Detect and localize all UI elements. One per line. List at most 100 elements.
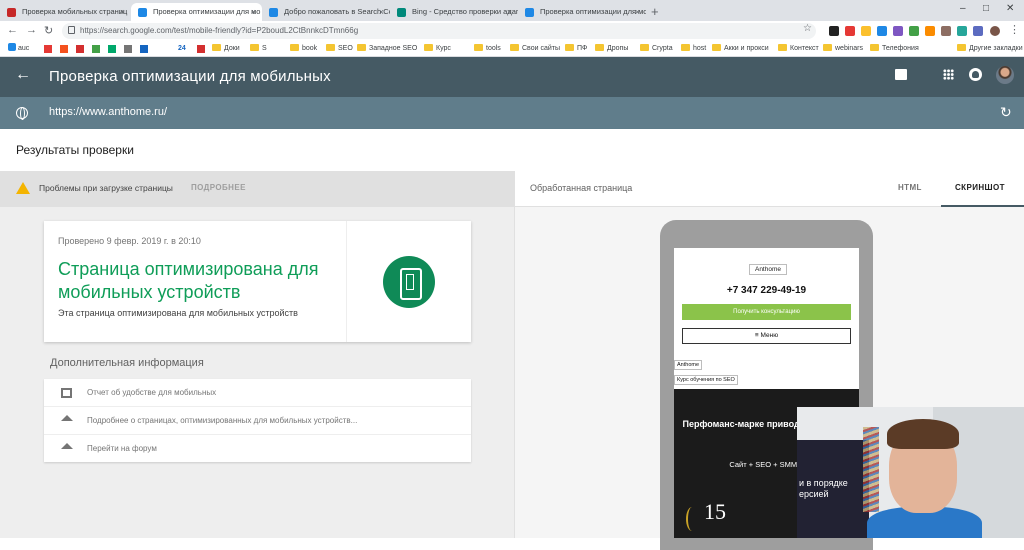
extension-icon[interactable] [909, 26, 919, 36]
bookmark-folder[interactable]: Телефония [870, 43, 919, 55]
folder-icon [712, 44, 721, 51]
minimize-icon[interactable]: – [960, 3, 966, 14]
new-tab-button[interactable]: + [651, 4, 659, 19]
webcam-cable [863, 427, 879, 512]
site-icon [8, 43, 16, 51]
close-tab-icon[interactable]: × [251, 3, 256, 21]
close-tab-icon[interactable]: × [635, 3, 640, 21]
warning-icon [16, 182, 30, 194]
tab-screenshot[interactable]: СКРИНШОТ [955, 183, 1005, 192]
notifications-icon[interactable] [969, 68, 982, 81]
browser-tab[interactable]: Добро пожаловать в Search Co × [262, 3, 390, 21]
facebook-icon[interactable] [140, 45, 148, 53]
laurel-icon [686, 507, 698, 531]
bookmark-folder[interactable]: tools [474, 43, 501, 55]
active-tab-indicator [941, 205, 1024, 207]
reload-icon[interactable]: ↻ [44, 24, 53, 37]
close-tab-icon[interactable]: × [120, 3, 125, 21]
list-item[interactable]: Отчет об удобстве для мобильных [44, 379, 471, 407]
extension-icon[interactable] [957, 26, 967, 36]
bookmark-folder[interactable]: ПФ [565, 43, 587, 55]
page-title: Проверка оптимизации для мобильных [49, 68, 331, 85]
tab-title: Проверка мобильных страниц [22, 7, 128, 16]
bookmark-item[interactable]: 24 [178, 43, 186, 55]
webcam-monitor-text: и в порядке ерсией [799, 478, 848, 499]
folder-icon [212, 44, 221, 51]
youtube-icon[interactable] [76, 45, 84, 53]
youtube-icon[interactable] [197, 45, 205, 53]
tab-html[interactable]: HTML [898, 183, 922, 192]
bookmark-folder[interactable]: Crypta [640, 43, 673, 55]
maximize-icon[interactable]: □ [983, 3, 989, 14]
browser-tab-active[interactable]: Проверка оптимизации для мо × [131, 3, 262, 21]
additional-info-title: Дополнительная информация [50, 357, 204, 369]
browser-tab[interactable]: Bing - Средство проверки адап × [390, 3, 518, 21]
forward-icon[interactable]: → [26, 24, 37, 36]
folder-icon [565, 44, 574, 51]
extension-icon[interactable] [925, 26, 935, 36]
address-bar[interactable]: https://search.google.com/test/mobile-fr… [62, 23, 816, 39]
back-icon[interactable]: ← [7, 24, 18, 36]
profile-avatar[interactable] [990, 26, 1000, 36]
tested-url-input[interactable]: https://www.anthome.ru/ [49, 106, 167, 118]
bookmark-folder[interactable]: Доки [212, 43, 240, 55]
tab-favicon-icon [525, 8, 534, 17]
site-phone-number: +7 347 229-49-19 [726, 285, 807, 296]
browser-tab[interactable]: Проверка оптимизации для мо × [518, 3, 646, 21]
apps-grid-icon[interactable] [943, 69, 954, 80]
bookmark-folder[interactable]: Курс [424, 43, 451, 55]
close-tab-icon[interactable]: × [379, 3, 384, 21]
results-panel: Проблемы при загрузке страницы ПОДРОБНЕЕ… [0, 171, 514, 538]
back-arrow-icon[interactable]: ← [15, 66, 31, 84]
mobile-friendly-icon [383, 256, 435, 308]
results-header: Результаты проверки [0, 129, 1024, 171]
rendered-page-label: Обработанная страница [530, 183, 633, 193]
browser-tab[interactable]: Проверка мобильных страниц × [0, 3, 131, 21]
extension-icon[interactable] [829, 26, 839, 36]
site-icon[interactable] [44, 45, 52, 53]
folder-icon [681, 44, 690, 51]
close-window-icon[interactable]: ✕ [1006, 3, 1014, 14]
site-icon[interactable] [92, 45, 100, 53]
extension-icon[interactable] [973, 26, 983, 36]
bookmark-folder[interactable]: host [681, 43, 706, 55]
webcam-monitor: и в порядке ерсией [797, 440, 869, 538]
extension-icon[interactable] [877, 26, 887, 36]
bookmark-star-icon[interactable]: ☆ [803, 23, 812, 34]
browser-menu-icon[interactable]: ⋮ [1009, 23, 1020, 36]
bookmark-folder[interactable]: Другие закладки [957, 43, 1023, 55]
bookmark-folder[interactable]: Свои сайты [510, 43, 560, 55]
bookmark-folder[interactable]: Западное SEO [357, 43, 417, 55]
tested-url-bar: https://www.anthome.ru/ ↻ [0, 97, 1024, 129]
extension-icon[interactable] [845, 26, 855, 36]
bookmark-folder[interactable]: book [290, 43, 317, 55]
extension-icon[interactable] [941, 26, 951, 36]
account-avatar[interactable] [996, 66, 1014, 84]
bookmark-folder[interactable]: S [250, 43, 267, 55]
folder-icon [250, 44, 259, 51]
extension-icon[interactable] [861, 26, 871, 36]
bookmark-folder[interactable]: SEO [326, 43, 353, 55]
bookmark-folder[interactable]: webinars [823, 43, 863, 55]
extension-icon[interactable] [893, 26, 903, 36]
evernote-icon[interactable] [108, 45, 116, 53]
list-item[interactable]: Подробнее о страницах, оптимизированных … [44, 407, 471, 435]
folder-icon [778, 44, 787, 51]
close-tab-icon[interactable]: × [507, 3, 512, 21]
tab-title: Bing - Средство проверки адап [412, 7, 518, 16]
site-icon[interactable] [124, 45, 132, 53]
issues-details-link[interactable]: ПОДРОБНЕЕ [191, 183, 246, 192]
bookmark-folder[interactable]: Акки и прокси [712, 43, 769, 55]
feedback-icon[interactable] [895, 69, 907, 80]
card-divider [346, 221, 347, 342]
site-icon[interactable] [60, 45, 68, 53]
page-loading-issues-bar[interactable]: Проблемы при загрузке страницы ПОДРОБНЕЕ [0, 171, 514, 207]
retest-icon[interactable]: ↻ [1000, 104, 1012, 121]
verdict-card: Проверено 9 февр. 2019 г. в 20:10 Страни… [44, 221, 471, 342]
folder-icon [290, 44, 299, 51]
bookmark-item[interactable]: auc [8, 43, 29, 55]
address-url[interactable]: https://search.google.com/test/mobile-fr… [80, 24, 358, 38]
list-item[interactable]: Перейти на форум [44, 435, 471, 463]
bookmark-folder[interactable]: Контекст [778, 43, 819, 55]
bookmark-folder[interactable]: Дропы [595, 43, 628, 55]
